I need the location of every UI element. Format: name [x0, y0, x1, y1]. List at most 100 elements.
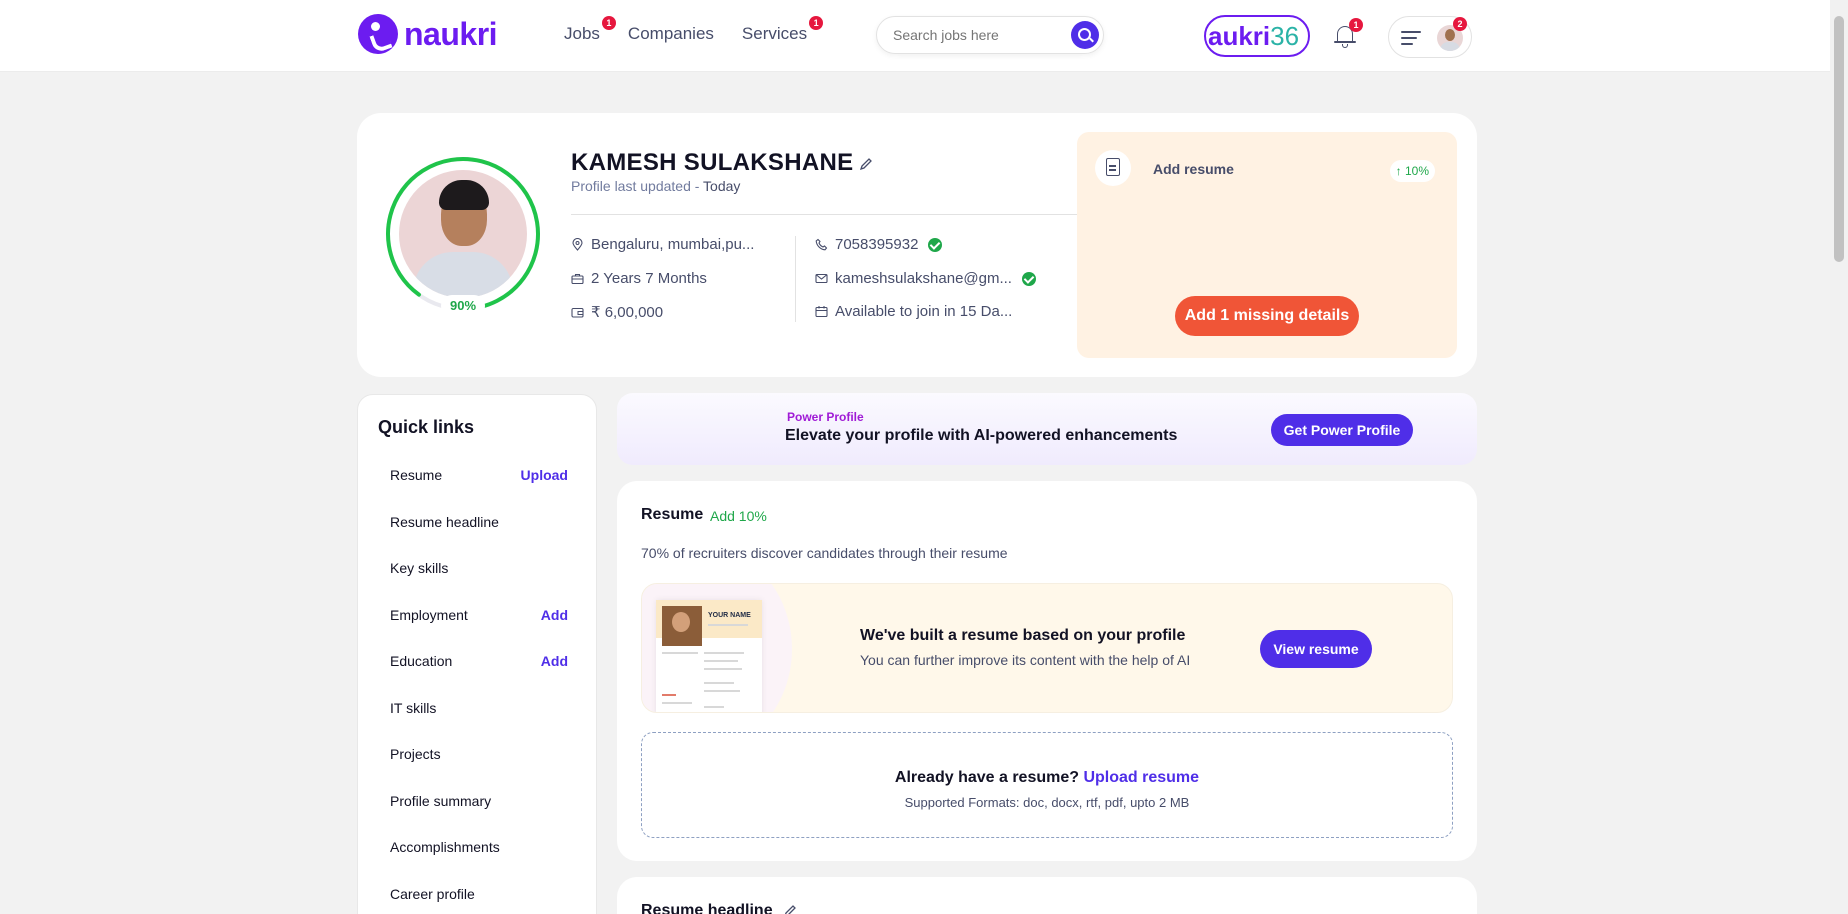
- quick-link-profile-summary[interactable]: Profile summary: [390, 793, 568, 809]
- email-verified-icon: [1021, 271, 1036, 286]
- briefcase-icon: [571, 273, 584, 285]
- built-resume-banner: YOUR NAME We've built a resume based on …: [641, 583, 1453, 713]
- quick-link-it-skills[interactable]: IT skills: [390, 700, 568, 716]
- edit-headline-pencil-icon[interactable]: [783, 904, 797, 914]
- view-resume-button[interactable]: View resume: [1260, 630, 1372, 668]
- edit-name-pencil-icon[interactable]: [859, 157, 873, 171]
- quick-link-label: Resume: [390, 467, 443, 483]
- profile-card: 90% KAMESH SULAKSHANE Profile last updat…: [357, 113, 1477, 377]
- completion-percent: 90%: [441, 295, 485, 317]
- email-icon: [815, 273, 828, 284]
- missing-details-box: Add resume ↑ 10% Add 1 missing details: [1077, 132, 1457, 358]
- get-power-profile-button[interactable]: Get Power Profile: [1271, 414, 1413, 446]
- calendar-icon: [815, 306, 828, 318]
- main-nav: Jobs 1 Companies Services 1: [564, 16, 824, 44]
- quick-link-label: Profile summary: [390, 793, 492, 809]
- quick-link-label: Key skills: [390, 560, 449, 576]
- nav-companies[interactable]: Companies: [628, 24, 718, 44]
- user-menu-button[interactable]: 2: [1388, 16, 1472, 58]
- details-divider: [795, 236, 796, 322]
- resume-title: Resume: [641, 506, 704, 523]
- salary-detail: ₹ 6,00,000: [571, 303, 663, 321]
- document-icon: [1095, 150, 1131, 186]
- updated-label: Profile last updated -: [571, 178, 704, 194]
- email-text: kameshsulakshane@gm...: [835, 270, 1012, 287]
- profile-photo[interactable]: [399, 170, 527, 298]
- add-resume-item[interactable]: Add resume: [1153, 161, 1234, 177]
- nav-companies-label: Companies: [627, 24, 714, 43]
- quick-link-label: Education: [390, 653, 453, 669]
- upload-link[interactable]: Upload: [521, 467, 568, 483]
- add-employment-link[interactable]: Add: [541, 607, 568, 623]
- search-input[interactable]: [893, 27, 1063, 43]
- resume-add-percent: Add 10%: [710, 508, 767, 524]
- built-resume-headline: We've built a resume based on your profi…: [860, 627, 1186, 644]
- notice-detail: Available to join in 15 Da...: [815, 303, 1012, 320]
- page-scrollbar[interactable]: [1830, 0, 1848, 914]
- power-profile-banner: Power Profile Elevate your profile with …: [617, 393, 1477, 465]
- profile-updated: Profile last updated - Today: [571, 178, 740, 194]
- naukri360-button[interactable]: aukri36: [1204, 15, 1310, 57]
- quick-link-key-skills[interactable]: Key skills: [390, 560, 568, 576]
- location-detail: Bengaluru, mumbai,pu...: [571, 236, 754, 253]
- resume-preview-thumbnail[interactable]: YOUR NAME: [656, 600, 762, 712]
- phone-detail: 7058395932: [815, 236, 943, 253]
- quick-link-projects[interactable]: Projects: [390, 746, 568, 762]
- add-missing-details-button[interactable]: Add 1 missing details: [1175, 296, 1359, 336]
- resume-card: Resume Add 10% 70% of recruiters discove…: [617, 481, 1477, 861]
- quick-link-resume-headline[interactable]: Resume headline: [390, 514, 568, 530]
- menu-badge: 2: [1453, 17, 1467, 31]
- phone-text: 7058395932: [835, 236, 919, 253]
- naukri-logo-icon: [358, 14, 398, 54]
- bell-icon[interactable]: 1: [1334, 18, 1363, 48]
- experience-text: 2 Years 7 Months: [591, 270, 707, 287]
- supported-formats: Supported Formats: doc, docx, rtf, pdf, …: [904, 795, 1190, 810]
- resume-headline-title: Resume headline: [641, 902, 773, 914]
- notice-text: Available to join in 15 Da...: [835, 303, 1013, 320]
- add-resume-percent: ↑ 10%: [1389, 160, 1435, 182]
- logo-text: naukri: [404, 15, 498, 52]
- quick-link-education[interactable]: Education Add: [390, 653, 568, 669]
- quick-link-label: Career profile: [390, 886, 475, 902]
- quick-link-label: Resume headline: [390, 514, 499, 530]
- jobs-badge: 1: [601, 16, 616, 30]
- wallet-icon: [571, 307, 584, 318]
- nav-services[interactable]: Services 1: [741, 16, 824, 44]
- phone-verified-icon: [928, 237, 943, 252]
- divider: [571, 214, 1109, 215]
- experience-detail: 2 Years 7 Months: [571, 270, 707, 287]
- search-icon[interactable]: [1071, 21, 1099, 49]
- top-header: naukri Jobs 1 Companies Services 1 aukri…: [0, 0, 1830, 72]
- quick-link-label: Projects: [390, 746, 441, 762]
- quick-link-label: Employment: [390, 607, 468, 623]
- power-profile-tag: Power Profile: [787, 410, 864, 424]
- phone-icon: [815, 238, 828, 251]
- location-text: Bengaluru, mumbai,pu...: [591, 236, 755, 253]
- quick-link-accomplishments[interactable]: Accomplishments: [390, 839, 568, 855]
- hamburger-icon: [1401, 31, 1421, 49]
- upload-question-line: Already have a resume? Upload resume: [642, 769, 1452, 787]
- upload-resume-link[interactable]: Upload resume: [1083, 769, 1199, 786]
- built-resume-subtext: You can further improve its content with…: [860, 652, 1191, 668]
- updated-value: Today: [703, 178, 741, 194]
- upload-resume-box[interactable]: Already have a resume? Upload resume Sup…: [641, 732, 1453, 838]
- salary-text: ₹ 6,00,000: [591, 304, 664, 321]
- quick-link-career-profile[interactable]: Career profile: [390, 886, 568, 902]
- naukri-logo[interactable]: naukri: [358, 14, 498, 54]
- quick-link-employment[interactable]: Employment Add: [390, 607, 568, 623]
- services-badge: 1: [809, 16, 824, 30]
- nav-jobs-label: Jobs: [564, 24, 600, 43]
- scrollbar-thumb[interactable]: [1834, 16, 1844, 262]
- quick-link-resume[interactable]: Resume Upload: [390, 467, 568, 483]
- resume-headline-card: Resume headline: [617, 877, 1477, 914]
- nav-jobs[interactable]: Jobs 1: [564, 16, 616, 44]
- upload-question: Already have a resume?: [894, 769, 1080, 786]
- add-education-link[interactable]: Add: [541, 653, 568, 669]
- email-detail: kameshsulakshane@gm...: [815, 270, 1036, 287]
- nav-services-label: Services: [741, 24, 808, 43]
- quick-links-title: Quick links: [378, 417, 475, 437]
- quick-links-panel: Quick links Resume Upload Resume headline…: [357, 394, 597, 914]
- profile-name: KAMESH SULAKSHANE: [571, 149, 854, 176]
- quick-link-label: IT skills: [390, 700, 437, 716]
- quick-link-label: Accomplishments: [390, 839, 500, 855]
